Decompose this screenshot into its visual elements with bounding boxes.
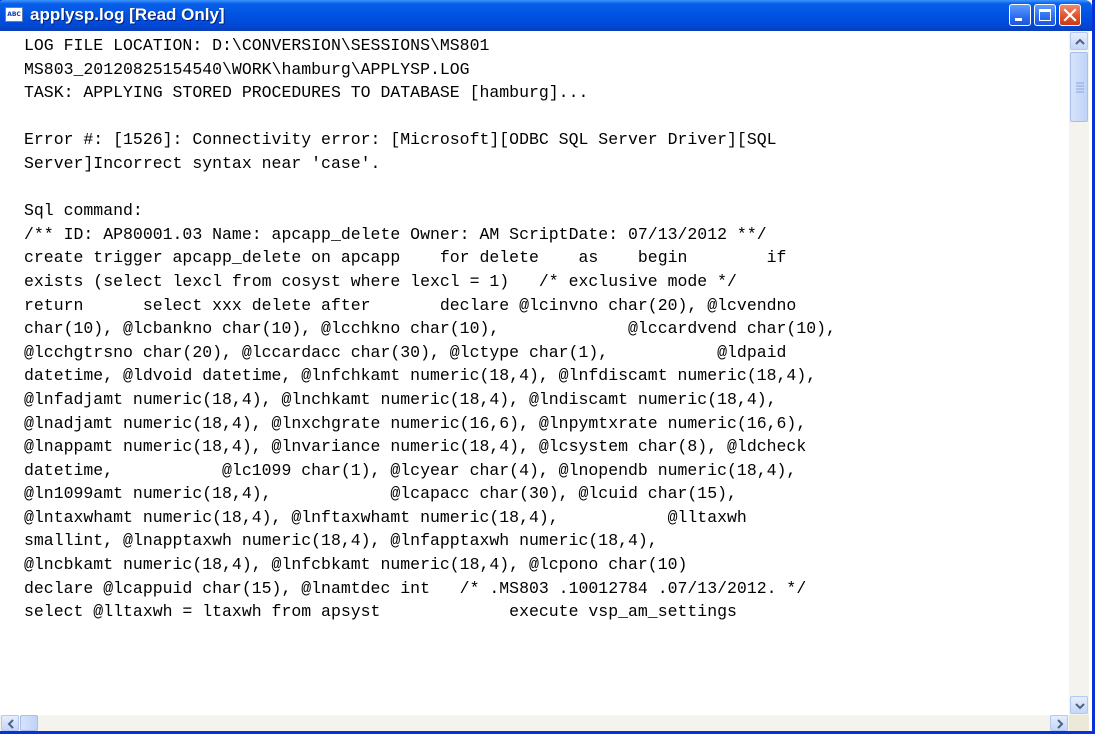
log-line: smallint, @lnapptaxwh numeric(18,4), @ln… [24, 531, 658, 551]
notepad-icon: ABC [5, 7, 23, 22]
vertical-scroll-thumb[interactable] [1070, 52, 1088, 122]
log-line: datetime, @ldvoid datetime, @lnfchkamt n… [24, 366, 817, 386]
resize-grip[interactable] [1069, 715, 1089, 731]
log-text: LOG FILE LOCATION: D:\CONVERSION\SESSION… [0, 31, 1069, 624]
vertical-scrollbar[interactable] [1069, 31, 1089, 715]
log-line: @ln1099amt numeric(18,4), @lcapacc char(… [24, 484, 737, 504]
log-line: @lnfadjamt numeric(18,4), @lnchkamt nume… [24, 389, 777, 409]
log-line: Sql command: [24, 201, 143, 221]
arrow-left-icon [7, 719, 14, 729]
log-line: select @lltaxwh = ltaxwh from apsyst exe… [24, 602, 737, 622]
arrow-right-icon [1057, 719, 1064, 729]
log-line: declare @lcappuid char(15), @lnamtdec in… [24, 578, 807, 598]
log-text-area[interactable]: LOG FILE LOCATION: D:\CONVERSION\SESSION… [0, 31, 1069, 715]
log-line: @lnappamt numeric(18,4), @lnvariance num… [24, 437, 807, 457]
scroll-left-button[interactable] [1, 715, 19, 731]
log-line: Server]Incorrect syntax near 'case'. [24, 153, 381, 173]
scroll-right-button[interactable] [1050, 715, 1068, 731]
scroll-up-button[interactable] [1070, 32, 1088, 50]
log-line: /** ID: AP80001.03 Name: apcapp_delete O… [24, 224, 767, 244]
log-line: return select xxx delete after declare @… [24, 295, 797, 315]
close-icon [1063, 8, 1077, 22]
maximize-icon [1039, 9, 1051, 21]
log-line: TASK: APPLYING STORED PROCEDURES TO DATA… [24, 83, 589, 103]
maximize-button[interactable] [1034, 4, 1056, 26]
log-line: @lncbkamt numeric(18,4), @lnfcbkamt nume… [24, 555, 688, 575]
log-line: @lnadjamt numeric(18,4), @lnxchgrate num… [24, 413, 807, 433]
grip-icon [1076, 82, 1084, 93]
log-line: @lcchgtrsno char(20), @lccardacc char(30… [24, 342, 787, 362]
arrow-up-icon [1075, 38, 1085, 45]
horizontal-scrollbar[interactable] [0, 715, 1069, 731]
log-line: LOG FILE LOCATION: D:\CONVERSION\SESSION… [24, 36, 490, 55]
window-title: applysp.log [Read Only] [30, 5, 225, 24]
log-line: Error #: [1526]: Connectivity error: [Mi… [24, 130, 777, 150]
log-line: exists (select lexcl from cosyst where l… [24, 271, 737, 291]
minimize-icon [1015, 18, 1022, 21]
close-button[interactable] [1059, 4, 1081, 26]
log-line: MS803_20120825154540\WORK\hamburg\APPLYS… [24, 59, 470, 79]
log-line: @lntaxwhamt numeric(18,4), @lnftaxwhamt … [24, 507, 747, 527]
title-bar[interactable]: ABC applysp.log [Read Only] [0, 0, 1092, 31]
log-line: datetime, @lc1099 char(1), @lcyear char(… [24, 460, 797, 480]
log-line: create trigger apcapp_delete on apcapp f… [24, 248, 787, 268]
arrow-down-icon [1075, 703, 1085, 710]
scroll-down-button[interactable] [1070, 696, 1088, 714]
minimize-button[interactable] [1009, 4, 1031, 26]
log-line: char(10), @lcbankno char(10), @lcchkno c… [24, 319, 836, 339]
horizontal-scroll-thumb[interactable] [20, 715, 38, 731]
